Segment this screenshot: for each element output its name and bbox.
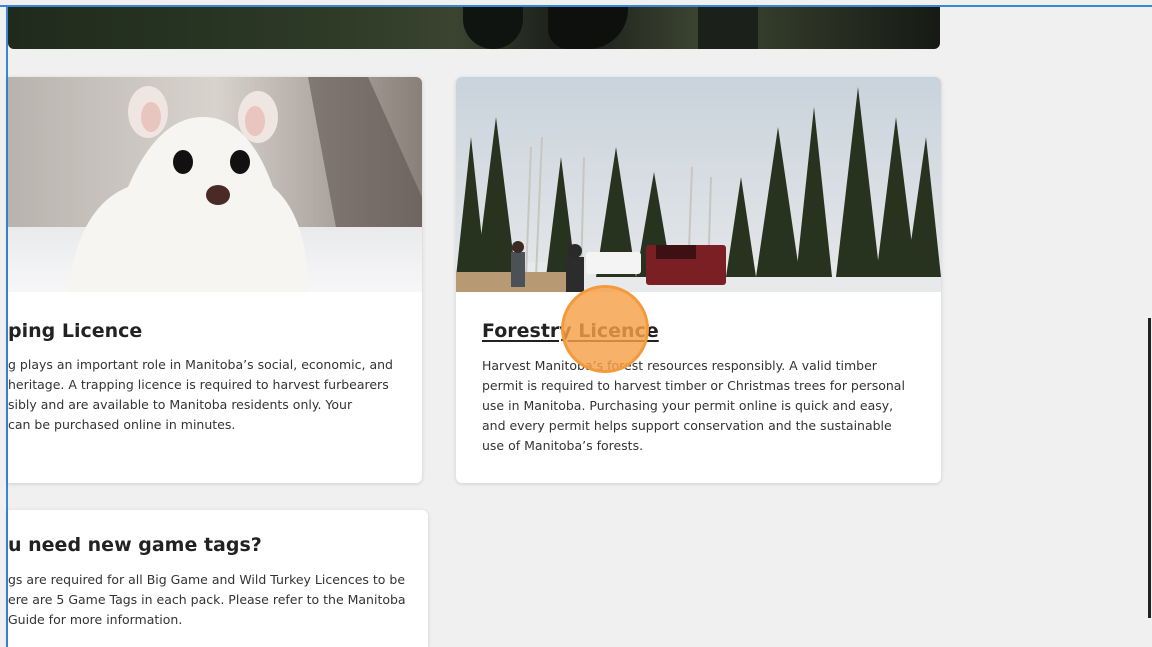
game-tags-card[interactable]: u need new game tags? gs are required fo… bbox=[8, 510, 428, 647]
forestry-licence-card[interactable]: Forestry Licence Harvest Manitoba’s fore… bbox=[456, 77, 941, 483]
forestry-licence-link[interactable]: Forestry Licence bbox=[482, 320, 659, 342]
forest-harvest-photo bbox=[456, 77, 941, 292]
hero-image bbox=[8, 7, 940, 49]
scrollbar-edge[interactable] bbox=[1148, 318, 1151, 618]
card-description: g plays an important role in Manitoba’s … bbox=[8, 357, 393, 432]
card-title[interactable]: ping Licence bbox=[8, 320, 142, 342]
card-description: Harvest Manitoba’s forest resources resp… bbox=[482, 358, 905, 453]
ermine-photo bbox=[8, 77, 422, 292]
trapping-licence-card[interactable]: ping Licence g plays an important role i… bbox=[8, 77, 422, 483]
card-title[interactable]: u need new game tags? bbox=[8, 534, 262, 556]
card-description: gs are required for all Big Game and Wil… bbox=[8, 572, 406, 627]
